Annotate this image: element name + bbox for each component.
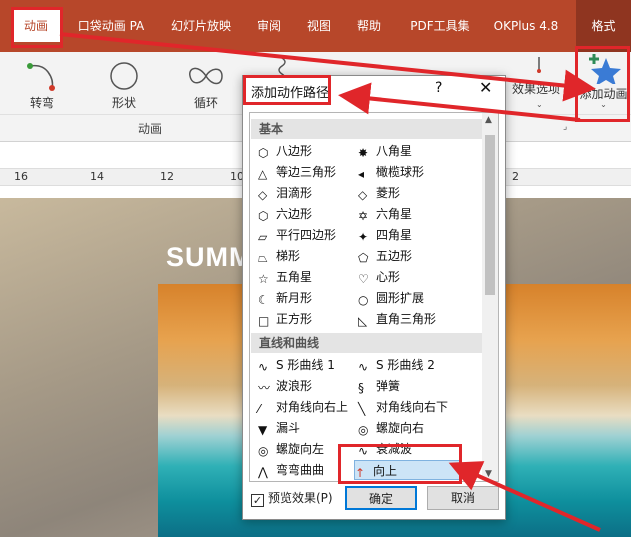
arrow-to-up-item xyxy=(448,461,601,532)
powerpoint-window: 动画 口袋动画 PA 幻灯片放映 审阅 视图 帮助 PDF工具集 OKPlus … xyxy=(0,0,631,537)
arrow-tab-to-add xyxy=(59,32,596,102)
annotation-arrows xyxy=(59,32,601,532)
arrow-add-to-dialog xyxy=(338,82,581,122)
